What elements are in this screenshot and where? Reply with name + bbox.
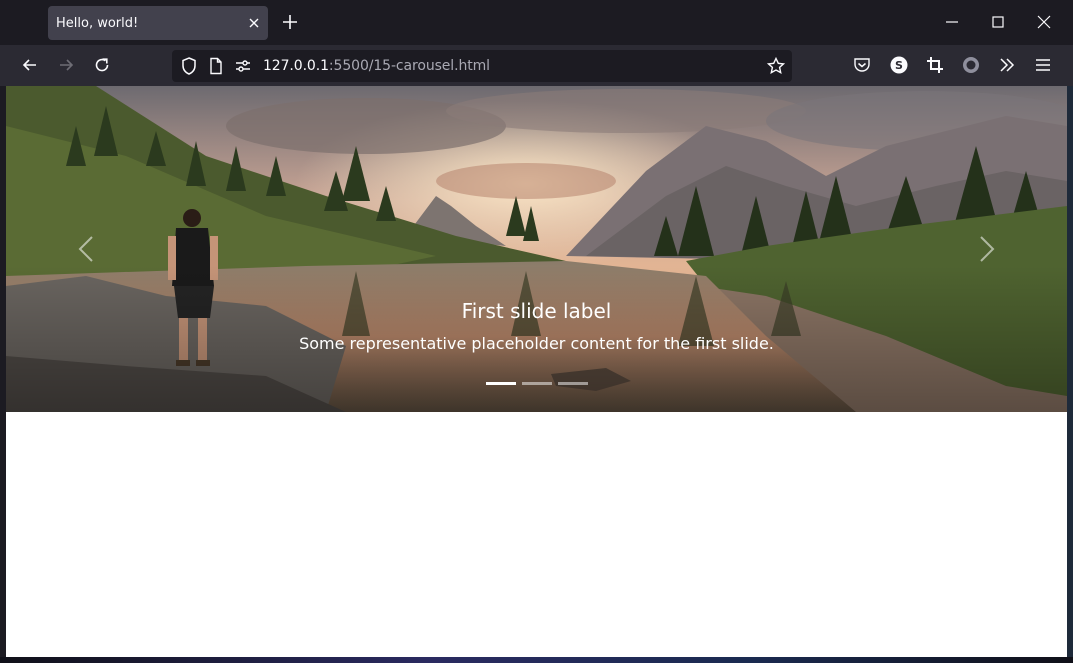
url-bar[interactable]: 127.0.0.1:5500/15-carousel.html <box>172 50 792 82</box>
s-badge-icon[interactable]: S <box>889 55 909 75</box>
carousel-indicator-2[interactable] <box>522 382 552 385</box>
carousel-indicator-3[interactable] <box>558 382 588 385</box>
carousel-prev-icon[interactable] <box>76 234 96 264</box>
mountain-lake-sunset-hiker-image <box>6 86 1067 412</box>
hamburger-icon[interactable] <box>1033 55 1053 75</box>
permissions-icon[interactable] <box>233 56 253 76</box>
url-path: :5500/15-carousel.html <box>328 58 490 74</box>
arrow-right-icon[interactable] <box>56 55 76 75</box>
minimize-icon[interactable] <box>944 14 960 30</box>
carousel-indicator-1[interactable] <box>486 382 516 385</box>
circle-icon[interactable] <box>961 55 981 75</box>
star-icon[interactable] <box>766 56 786 76</box>
double-chevron-icon[interactable] <box>997 55 1017 75</box>
title-bar: Hello, world! <box>0 0 1073 45</box>
page-viewport: First slide label Some representative pl… <box>6 86 1067 657</box>
page-icon[interactable] <box>206 56 226 76</box>
tab-title: Hello, world! <box>56 16 139 31</box>
close-icon[interactable] <box>246 15 262 31</box>
crop-icon[interactable] <box>925 55 945 75</box>
plus-icon[interactable] <box>281 13 299 31</box>
account-badge-letter: S <box>895 59 903 72</box>
taskbar-edge <box>0 657 1073 663</box>
tab-active[interactable]: Hello, world! <box>48 6 268 40</box>
carousel-indicators <box>486 382 588 386</box>
url-text[interactable]: 127.0.0.1:5500/15-carousel.html <box>263 58 490 74</box>
maximize-icon[interactable] <box>990 14 1006 30</box>
close-window-icon[interactable] <box>1036 14 1052 30</box>
arrow-left-icon[interactable] <box>20 55 40 75</box>
slide-caption-text: Some representative placeholder content … <box>299 334 774 353</box>
url-host: 127.0.0.1 <box>263 58 329 74</box>
slide-caption-title: First slide label <box>461 299 612 323</box>
pocket-icon[interactable] <box>852 55 872 75</box>
desktop-edge <box>1067 86 1073 663</box>
carousel-next-icon[interactable] <box>977 234 997 264</box>
nav-toolbar: 127.0.0.1:5500/15-carousel.html S <box>0 45 1073 86</box>
carousel: First slide label Some representative pl… <box>6 86 1067 412</box>
shield-icon[interactable] <box>179 56 199 76</box>
reload-icon[interactable] <box>92 55 112 75</box>
